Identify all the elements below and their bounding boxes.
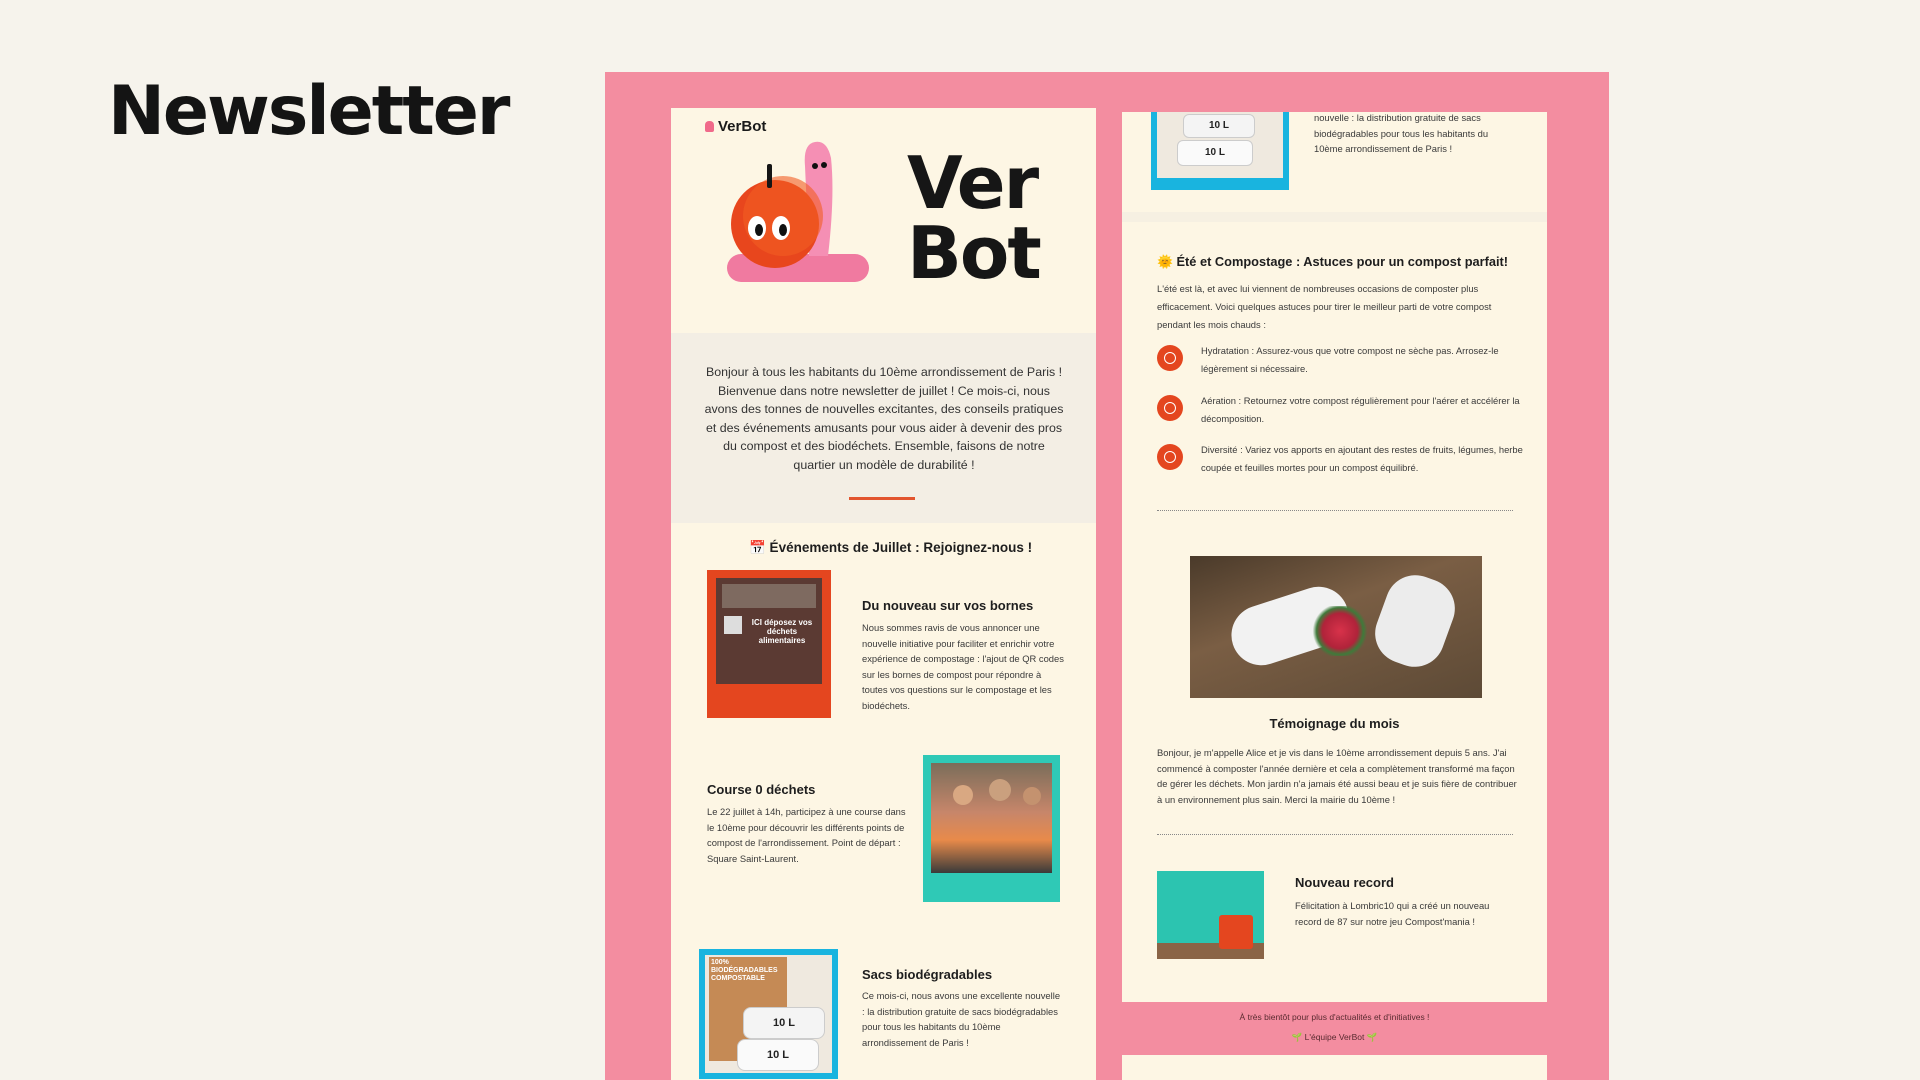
- testimony-title: Témoignage du mois: [1269, 716, 1400, 731]
- brand-small: VerBot: [705, 118, 766, 135]
- record-body: Félicitation à Lombric10 qui a créé un n…: [1295, 900, 1490, 927]
- event-body: Le 22 juillet à 14h, participez à une co…: [707, 806, 906, 864]
- record-title: Nouveau record: [1295, 875, 1394, 890]
- logo-mark-icon: [705, 121, 714, 132]
- qr-code-icon: [724, 616, 742, 634]
- summer-title: 🌞 Été et Compostage : Astuces pour un co…: [1157, 254, 1509, 269]
- newsletter-page-right: 10 L 10 L nouvelle : la distribution gra…: [1122, 112, 1547, 1002]
- intro-text: Bonjour à tous les habitants du 10ème ar…: [704, 365, 1064, 472]
- intro-block: Bonjour à tous les habitants du 10ème ar…: [671, 333, 1096, 523]
- divider: [1157, 510, 1513, 511]
- summer-intro: L'été est là, et avec lui viennent de no…: [1157, 283, 1492, 330]
- events-title: 📅 Événements de Juillet : Rejoignez-nous…: [749, 540, 1033, 555]
- logo-wordmark: Ver Bot: [907, 141, 1042, 295]
- event-body: Ce mois-ci, nous avons une excellente no…: [862, 990, 1061, 1048]
- event-title: Course 0 déchets: [707, 782, 816, 797]
- next-block: [1122, 1055, 1547, 1080]
- divider: [849, 497, 915, 500]
- newsletter-preview: VerBot Ver Bot Bonjour à tous les habita…: [605, 72, 1609, 1080]
- water-drop-icon: [1157, 345, 1183, 371]
- testimony-body: Bonjour, je m'appelle Alice et je vis da…: [1157, 747, 1517, 805]
- runners-photo: [923, 755, 1060, 902]
- bags-image-top: 10 L 10 L: [1151, 112, 1289, 190]
- tip-text: Hydratation : Assurez-vous que votre com…: [1201, 345, 1499, 374]
- biodegradable-bags-image: 100% BIODÉGRADABLES COMPOSTABLE 10 L 10 …: [699, 949, 838, 1079]
- wind-icon: [1157, 395, 1183, 421]
- newsletter-page-left: VerBot Ver Bot Bonjour à tous les habita…: [671, 108, 1096, 1080]
- compost-bin-image: ICI déposez vos déchets alimentaires: [707, 570, 831, 718]
- footer-signature: 🌱 L'équipe VerBot 🌱: [1291, 1032, 1378, 1042]
- tip-text: Diversité : Variez vos apports en ajouta…: [1201, 444, 1523, 473]
- event-title: Du nouveau sur vos bornes: [862, 598, 1034, 613]
- gardening-photo: [1190, 556, 1482, 698]
- leaf-icon: [1157, 444, 1183, 470]
- divider: [1157, 834, 1513, 835]
- bin-label: ICI déposez vos déchets alimentaires: [751, 618, 813, 645]
- event-title: Sacs biodégradables: [862, 967, 993, 982]
- tip-text: Aération : Retournez votre compost régul…: [1201, 395, 1520, 424]
- bags-text-continued: nouvelle : la distribution gratuite de s…: [1314, 112, 1489, 155]
- footer-text: À très bientôt pour plus d'actualités et…: [1239, 1012, 1430, 1022]
- verbot-mascot-icon: [727, 141, 869, 282]
- game-image: [1157, 871, 1264, 959]
- event-body: Nous sommes ravis de vous annoncer une n…: [862, 622, 1064, 711]
- page-title: Newsletter: [108, 72, 510, 151]
